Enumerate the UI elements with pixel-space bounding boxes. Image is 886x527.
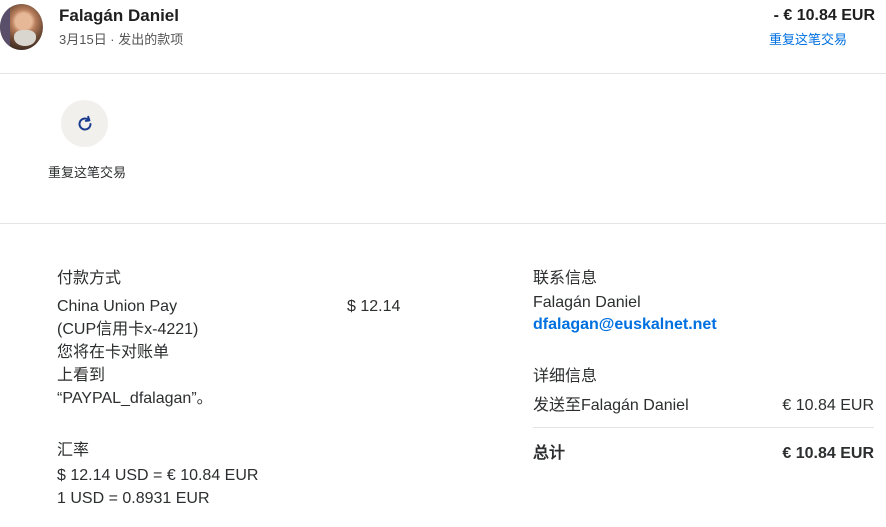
exchange-rate-line: 1 USD = 0.8931 EUR — [57, 490, 210, 507]
repeat-transaction-link[interactable]: 重复这笔交易 — [769, 29, 847, 48]
total-amount: € 10.84 EUR — [782, 445, 874, 462]
refresh-icon — [78, 115, 91, 130]
contact-info-title: 联系信息 — [533, 270, 598, 287]
avatar-beard — [14, 30, 36, 46]
transaction-amount: - € 10.84 EUR — [773, 7, 875, 24]
action-divider — [0, 223, 886, 224]
details-divider — [533, 427, 874, 428]
payment-method-line: “PAYPAL_dfalagan”。 — [57, 390, 213, 407]
payment-method-line: China Union Pay — [57, 298, 178, 315]
sent-to-amount: € 10.84 EUR — [782, 397, 874, 414]
exchange-rate-title: 汇率 — [57, 442, 90, 459]
payment-method-details: China Union Pay (CUP信用卡x-4221) 您将在卡对账单 上… — [57, 295, 213, 410]
payment-method-line: 上看到 — [57, 367, 106, 384]
payment-method-title: 付款方式 — [57, 270, 122, 287]
sent-to-label: 发送至Falagán Daniel — [533, 397, 689, 414]
payment-method-line: 您将在卡对账单 — [57, 344, 170, 361]
counterparty-name: Falagán Daniel — [59, 6, 179, 25]
transaction-subline: 3月15日 · 发出的款项 — [59, 32, 184, 47]
avatar-background — [0, 4, 10, 50]
repeat-transaction-button[interactable] — [61, 100, 108, 147]
header-divider — [0, 73, 886, 74]
avatar — [0, 4, 43, 50]
repeat-transaction-label: 重复这笔交易 — [47, 165, 126, 180]
payment-amount: $ 12.14 — [347, 298, 401, 315]
total-label: 总计 — [533, 445, 566, 462]
contact-email-link[interactable]: dfalagan@euskalnet.net — [533, 316, 717, 334]
payment-method-line: (CUP信用卡x-4221) — [57, 321, 199, 338]
contact-name: Falagán Daniel — [533, 294, 641, 311]
exchange-rate-line: $ 12.14 USD = € 10.84 EUR — [57, 467, 259, 484]
details-title: 详细信息 — [533, 368, 598, 385]
